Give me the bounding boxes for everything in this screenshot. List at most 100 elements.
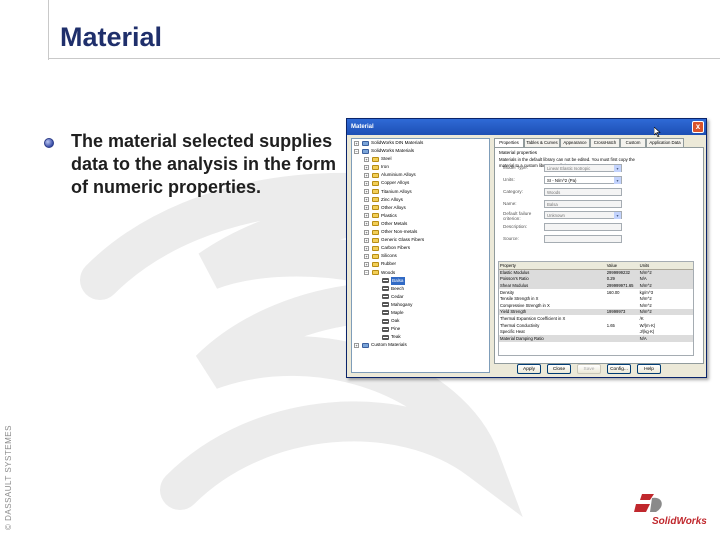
tree-item[interactable]: + Copper Alloys (352, 179, 489, 187)
expand-icon[interactable]: + (364, 156, 369, 162)
property-table[interactable]: Property Value Units Elastic Modulus 299999… (498, 261, 694, 356)
material-tree[interactable]: + SolidWorks DIN Materials − SolidWorks Mat… (351, 138, 490, 373)
table-row[interactable]: Specific Heat J/(kg·K) (499, 328, 693, 335)
field-input[interactable]: Woods (544, 188, 622, 196)
tree-item[interactable]: + Other Alloys (352, 204, 489, 212)
tree-item[interactable]: Cedar (352, 293, 489, 301)
tree-item[interactable]: + Carbon Fibers (352, 244, 489, 252)
tree-item[interactable]: + Other Metals (352, 220, 489, 228)
chevron-down-icon[interactable]: ▾ (614, 165, 621, 172)
expand-icon[interactable]: + (364, 221, 369, 227)
slide-title: Material (60, 22, 163, 52)
field-dropdown[interactable]: SI - N/m^2 (Pa) ▾ (544, 176, 622, 184)
tree-item[interactable]: Mahogany (352, 301, 489, 309)
close-button[interactable]: Close (547, 364, 571, 374)
tab-tables-curves[interactable]: Tables & Curves (524, 138, 560, 147)
field-input[interactable] (544, 223, 622, 231)
expand-icon[interactable]: + (354, 342, 359, 348)
tab-appearance[interactable]: Appearance (560, 138, 590, 147)
material-dialog: Material x + SolidWorks DIN Materials − Sol… (346, 118, 707, 378)
tree-item[interactable]: Balsa (352, 276, 489, 285)
dialog-title: Material (351, 124, 374, 130)
folder-icon (372, 189, 379, 195)
field-input[interactable]: Balsa (544, 200, 622, 208)
tree-item-label: Carbon Fibers (381, 245, 411, 251)
material-icon (382, 302, 389, 308)
tree-item[interactable]: Maple (352, 309, 489, 317)
tree-item[interactable]: + Custom Materials (352, 341, 489, 349)
expand-icon[interactable]: + (364, 245, 369, 251)
table-cell: N/A (638, 275, 693, 283)
expand-icon[interactable]: + (364, 253, 369, 259)
table-row[interactable]: Poisson's Ratio 0.29 N/A (499, 275, 693, 283)
expand-icon[interactable]: + (364, 197, 369, 203)
expand-icon[interactable]: + (364, 164, 369, 170)
tree-item-label: Silicons (381, 253, 397, 259)
tree-item[interactable]: + Generic Glass Fibers (352, 236, 489, 244)
tab-crosshatch[interactable]: CrossHatch (590, 138, 620, 147)
save-button[interactable]: Save (577, 364, 601, 374)
expand-icon[interactable]: + (364, 172, 369, 178)
tree-item-label: Other Metals (381, 220, 408, 226)
field-dropdown[interactable]: Unknown ▾ (544, 211, 622, 219)
field-dropdown[interactable]: Linear Elastic Isotropic ▾ (544, 164, 622, 172)
table-row[interactable]: Yield Strength 19999973 N/m^2 (499, 308, 693, 316)
apply-button[interactable]: Apply (517, 364, 541, 374)
expand-icon[interactable]: + (364, 237, 369, 243)
tree-item[interactable]: + Aluminium Alloys (352, 171, 489, 179)
tree-item-label: Pine (391, 326, 401, 332)
collapse-icon[interactable]: − (354, 148, 359, 154)
column-header[interactable]: Property (499, 262, 606, 270)
tree-item[interactable]: + Zinc Alloys (352, 196, 489, 204)
tree-item[interactable]: Oak (352, 317, 489, 325)
tree-item[interactable]: − Woods (352, 269, 489, 277)
tree-item[interactable]: Teak (352, 333, 489, 341)
tree-item[interactable]: + Plastics (352, 212, 489, 220)
tab-custom[interactable]: Custom (620, 138, 646, 147)
table-cell: 0.29 (605, 275, 639, 283)
expand-icon[interactable]: + (364, 261, 369, 267)
close-icon[interactable]: x (692, 121, 704, 133)
expand-icon[interactable]: + (364, 229, 369, 235)
tree-item[interactable]: − SolidWorks Materials (352, 147, 489, 155)
column-header[interactable]: Value (605, 262, 639, 270)
folder-icon (372, 180, 379, 186)
tree-item-label: Copper Alloys (381, 180, 410, 186)
table-row[interactable]: Elastic Modulus 2999999232 N/m^2 (499, 269, 693, 276)
tree-item-label: Other Non-metals (381, 229, 418, 235)
tree-item[interactable]: + Iron (352, 163, 489, 171)
chevron-down-icon[interactable]: ▾ (614, 212, 621, 219)
column-header[interactable]: Units (638, 262, 693, 270)
expand-icon[interactable]: + (364, 213, 369, 219)
table-row[interactable]: Shear Modulus 299999971.65 N/m^2 (499, 282, 693, 289)
table-row[interactable]: Thermal Expansion Coefficient in X/K (499, 315, 693, 322)
table-row[interactable]: Tensile Strength in X N/m^2 (499, 295, 693, 302)
tree-item[interactable]: + Titanium Alloys (352, 188, 489, 196)
expand-icon[interactable]: + (364, 189, 369, 195)
tree-item-label: Zinc Alloys (381, 196, 403, 202)
tab-application-data[interactable]: Application Data (646, 138, 684, 147)
tree-item[interactable]: + Rubber (352, 260, 489, 268)
table-cell: 299999971.65 (605, 282, 639, 289)
tree-item[interactable]: + Other Non-metals (352, 228, 489, 236)
field-input[interactable] (544, 235, 622, 243)
tree-item[interactable]: + Silicons (352, 252, 489, 260)
tree-item[interactable]: Pine (352, 325, 489, 333)
table-row[interactable]: Thermal Conductivity 1.65 W/(m·K) (499, 322, 693, 329)
folder-icon (372, 237, 379, 243)
expand-icon[interactable]: + (364, 205, 369, 211)
field-label: Source: (503, 236, 519, 241)
table-row[interactable]: Material Damping Ratio N/A (499, 334, 693, 342)
tree-item[interactable]: Beech (352, 285, 489, 293)
chevron-down-icon[interactable]: ▾ (614, 177, 621, 184)
table-row[interactable]: Compressive Strength in X N/m^2 (499, 302, 693, 309)
tree-item[interactable]: + Steel (352, 155, 489, 163)
tree-item[interactable]: + SolidWorks DIN Materials (352, 139, 489, 147)
config-button[interactable]: Config... (607, 364, 631, 374)
table-row[interactable]: Density 160.00 kg/m^3 (499, 289, 693, 296)
tab-strip: Properties Tables & Curves Appearance Cross… (494, 138, 704, 148)
expand-icon[interactable]: + (364, 180, 369, 186)
collapse-icon[interactable]: − (364, 270, 369, 275)
expand-icon[interactable]: + (354, 140, 359, 146)
help-button[interactable]: Help (637, 364, 661, 374)
